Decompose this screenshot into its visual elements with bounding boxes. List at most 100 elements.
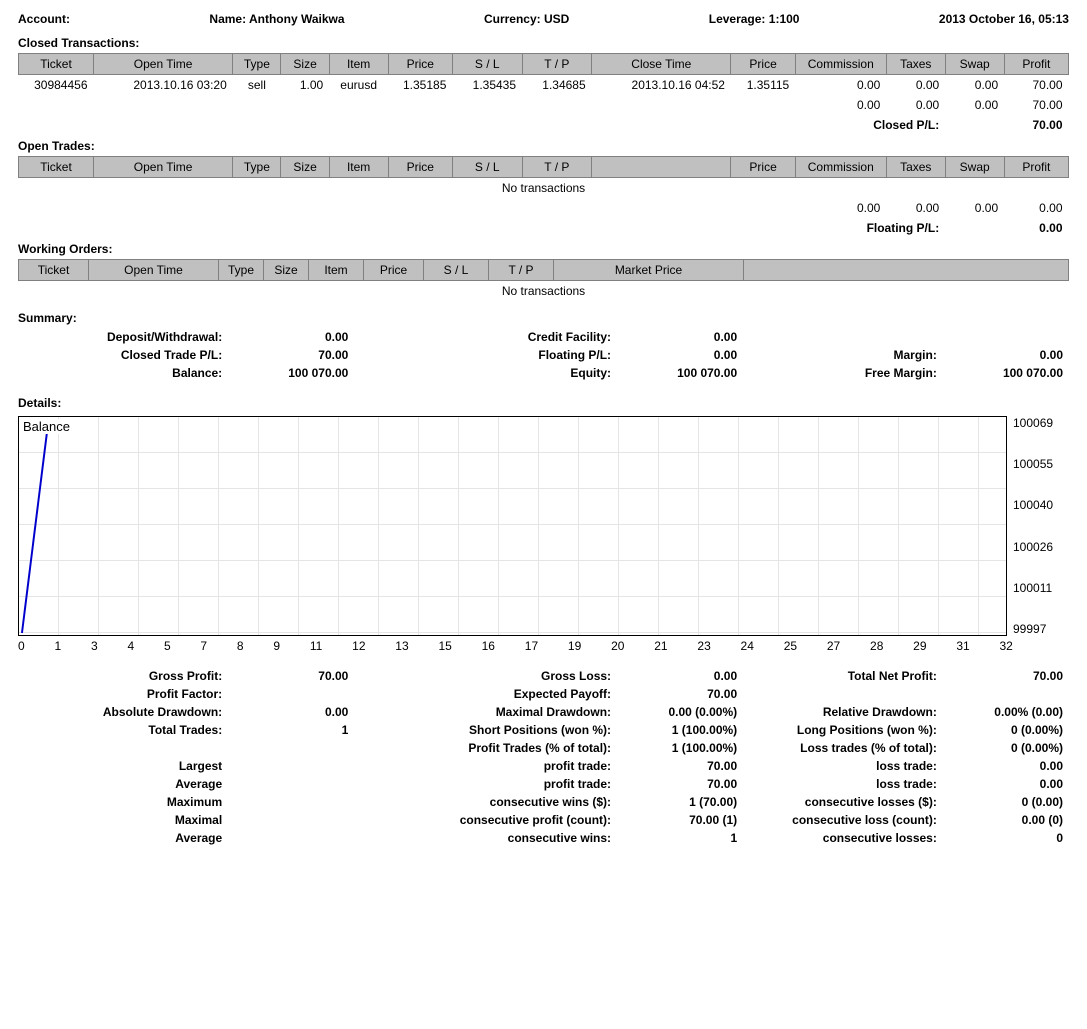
- short-positions-label: Short Positions (won %):: [354, 721, 617, 739]
- balance-label: Balance:: [18, 364, 228, 382]
- absolute-drawdown-label: Absolute Drawdown:: [18, 703, 228, 721]
- total-commission: 0.00: [795, 198, 886, 218]
- total-swap: 0.00: [945, 198, 1004, 218]
- relative-drawdown-value: 0.00% (0.00): [943, 703, 1069, 721]
- col-sl: S / L: [452, 157, 522, 178]
- col-size: Size: [281, 54, 329, 75]
- closed-pl-label: Closed P/L:: [19, 115, 946, 135]
- cell-commission: 0.00: [795, 75, 886, 96]
- x-tick: 27: [827, 639, 840, 653]
- cell-type: sell: [233, 75, 281, 96]
- x-tick: 9: [273, 639, 280, 653]
- working-orders-title: Working Orders:: [18, 242, 1069, 256]
- x-tick: 8: [237, 639, 244, 653]
- x-tick: 5: [164, 639, 171, 653]
- x-tick: 15: [438, 639, 451, 653]
- account-label: Account:: [18, 12, 70, 26]
- floating-pl-value: 0.00: [945, 218, 1068, 238]
- col-type: Type: [233, 157, 281, 178]
- cell-sl: 1.35435: [452, 75, 522, 96]
- free-margin-value: 100 070.00: [943, 364, 1069, 382]
- consecutive-wins-value: 1: [617, 829, 743, 847]
- consecutive-profit-count-label: consecutive profit (count):: [354, 811, 617, 829]
- col-taxes: Taxes: [886, 157, 945, 178]
- x-tick: 16: [482, 639, 495, 653]
- col-size: Size: [281, 157, 329, 178]
- col-type: Type: [219, 260, 264, 281]
- details-stats-table: Gross Profit: 70.00 Gross Loss: 0.00 Tot…: [18, 667, 1069, 847]
- closed-trade-pl-value: 70.00: [228, 346, 354, 364]
- closed-trade-pl-label: Closed Trade P/L:: [18, 346, 228, 364]
- deposit-withdrawal-value: 0.00: [228, 328, 354, 346]
- consecutive-losses-label: consecutive losses:: [743, 829, 943, 847]
- no-transactions: No transactions: [19, 281, 1069, 302]
- no-transactions-row: No transactions: [19, 178, 1069, 199]
- summary-table: Deposit/Withdrawal: 0.00 Credit Facility…: [18, 328, 1069, 382]
- col-ticket: Ticket: [19, 54, 94, 75]
- col-tp: T / P: [522, 157, 592, 178]
- short-positions-value: 1 (100.00%): [617, 721, 743, 739]
- expected-payoff-label: Expected Payoff:: [354, 685, 617, 703]
- leverage-label: Leverage:: [709, 12, 766, 26]
- col-market-price: Market Price: [554, 260, 744, 281]
- x-tick: 19: [568, 639, 581, 653]
- profit-factor-value: [228, 685, 354, 703]
- col-item: Item: [329, 157, 388, 178]
- x-tick: 17: [525, 639, 538, 653]
- total-profit: 0.00: [1004, 198, 1068, 218]
- report-header: Account: Name: Anthony Waikwa Currency: …: [18, 10, 1069, 32]
- cell-taxes: 0.00: [886, 75, 945, 96]
- y-tick: 100040: [1013, 498, 1069, 512]
- consecutive-wins-dollar-label: consecutive wins ($):: [354, 793, 617, 811]
- closed-totals-row: 0.00 0.00 0.00 70.00: [19, 95, 1069, 115]
- average-loss-trade-value: 0.00: [943, 775, 1069, 793]
- table-header-row: Ticket Open Time Type Size Item Price S …: [19, 54, 1069, 75]
- average-label: Average: [18, 829, 228, 847]
- loss-trades-value: 0 (0.00%): [943, 739, 1069, 757]
- col-commission: Commission: [795, 54, 886, 75]
- currency-value: USD: [544, 12, 569, 26]
- total-trades-value: 1: [228, 721, 354, 739]
- expected-payoff-value: 70.00: [617, 685, 743, 703]
- name-label: Name:: [209, 12, 246, 26]
- consecutive-wins-label: consecutive wins:: [354, 829, 617, 847]
- y-tick: 100055: [1013, 457, 1069, 471]
- floating-pl-value: 0.00: [617, 346, 743, 364]
- floating-pl-label: Floating P/L:: [354, 346, 617, 364]
- open-trades-title: Open Trades:: [18, 139, 1069, 153]
- col-profit: Profit: [1004, 157, 1068, 178]
- loss-trade-label: loss trade:: [743, 757, 943, 775]
- col-swap: Swap: [945, 54, 1004, 75]
- largest-profit-trade-value: 70.00: [617, 757, 743, 775]
- name-value: Anthony Waikwa: [249, 12, 345, 26]
- x-tick: 23: [697, 639, 710, 653]
- x-tick: 7: [200, 639, 207, 653]
- maximal-drawdown-value: 0.00 (0.00%): [617, 703, 743, 721]
- col-ticket: Ticket: [19, 157, 94, 178]
- credit-facility-label: Credit Facility:: [354, 328, 617, 346]
- cell-open-time: 2013.10.16 03:20: [94, 75, 233, 96]
- x-tick: 1: [54, 639, 61, 653]
- chart-legend: Balance: [23, 419, 70, 434]
- cell-price: 1.35185: [388, 75, 452, 96]
- total-swap: 0.00: [945, 95, 1004, 115]
- total-net-profit-value: 70.00: [943, 667, 1069, 685]
- col-price2: Price: [731, 54, 795, 75]
- average-label: Average: [18, 775, 228, 793]
- x-tick: 20: [611, 639, 624, 653]
- col-price: Price: [364, 260, 424, 281]
- balance-line: [19, 417, 1006, 635]
- table-header-row: Ticket Open Time Type Size Item Price S …: [19, 157, 1069, 178]
- col-price: Price: [388, 54, 452, 75]
- cell-profit: 70.00: [1004, 75, 1068, 96]
- profit-trades-value: 1 (100.00%): [617, 739, 743, 757]
- average-profit-trade-value: 70.00: [617, 775, 743, 793]
- col-item: Item: [309, 260, 364, 281]
- currency-label: Currency:: [484, 12, 541, 26]
- x-tick: 13: [395, 639, 408, 653]
- loss-trade-label: loss trade:: [743, 775, 943, 793]
- table-header-row: Ticket Open Time Type Size Item Price S …: [19, 260, 1069, 281]
- cell-price2: 1.35115: [731, 75, 795, 96]
- report-datetime: 2013 October 16, 05:13: [939, 12, 1069, 26]
- col-sl: S / L: [424, 260, 489, 281]
